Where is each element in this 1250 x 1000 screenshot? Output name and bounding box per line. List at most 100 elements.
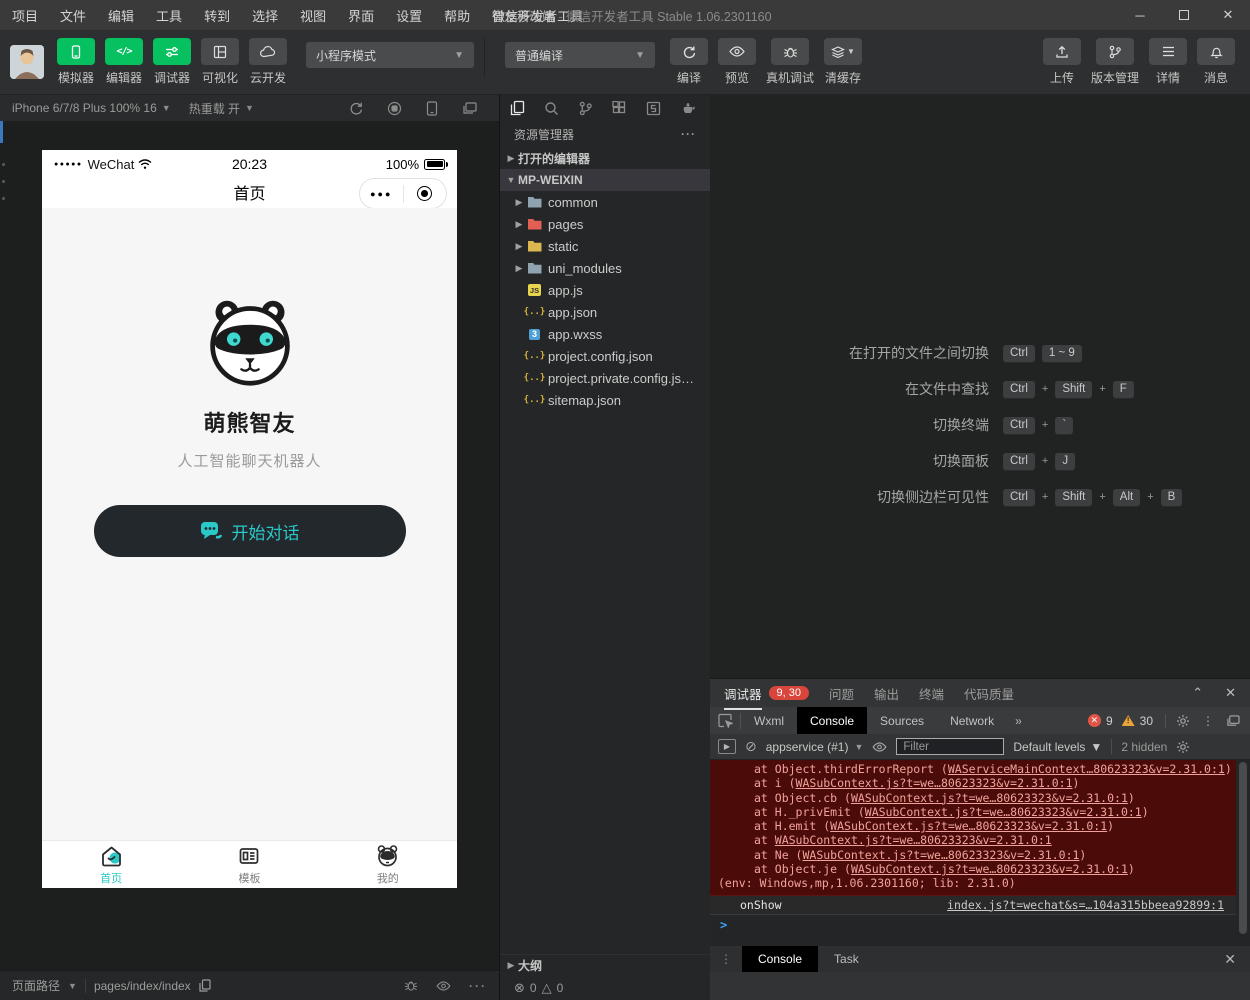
file-tree-item[interactable]: app.js — [500, 279, 710, 301]
drag-handle-icon[interactable]: ⋮ — [710, 952, 742, 966]
page-path-dropdown[interactable]: 页面路径 — [12, 977, 60, 994]
menu-item[interactable]: 界面 — [348, 6, 374, 25]
tab-console[interactable]: Console — [797, 707, 867, 734]
log-source-link[interactable]: index.js?t=wechat&s=…104a315bbeea92899:1 — [947, 898, 1224, 912]
open-editors-section[interactable]: ▶ 打开的编辑器 — [500, 147, 710, 169]
source-control-icon[interactable] — [578, 101, 593, 116]
source-link[interactable]: WASubContext.js?t=we…80623323&v=2.31.0:1 — [796, 776, 1073, 790]
extensions-icon[interactable] — [612, 101, 627, 116]
message-button[interactable]: 消息 — [1192, 38, 1240, 86]
menu-item[interactable]: 项目 — [12, 6, 38, 25]
more-icon[interactable]: ··· — [469, 979, 487, 993]
source-link[interactable]: WASubContext.js?t=we…80623323&v=2.31.0:1 — [851, 862, 1128, 876]
tab-mine[interactable]: 我的 — [319, 841, 457, 888]
log-levels-dropdown[interactable]: Default levels ▼ — [1013, 740, 1102, 754]
tab-sources[interactable]: Sources — [867, 707, 937, 734]
teapot-icon[interactable] — [680, 102, 696, 115]
debugger-button[interactable]: 调试器 — [148, 38, 196, 86]
bottom-tab-task[interactable]: Task — [818, 946, 875, 973]
file-tree-item[interactable]: ▶ common — [500, 191, 710, 213]
bug-icon[interactable] — [404, 979, 418, 992]
file-tree-item[interactable]: ▶ uni_modules — [500, 257, 710, 279]
exit-button[interactable] — [404, 186, 447, 201]
tab-home[interactable]: 首页 — [42, 841, 180, 888]
search-icon[interactable] — [544, 101, 559, 116]
file-tree-item[interactable]: sitemap.json — [500, 389, 710, 411]
filter-input[interactable] — [896, 738, 1004, 755]
dock-handle[interactable] — [2, 163, 5, 200]
preview-button[interactable]: 预览 — [713, 38, 761, 86]
project-root-folder[interactable]: ▼ MP-WEIXIN — [500, 169, 710, 191]
undock-icon[interactable] — [1226, 715, 1240, 727]
top-frame-icon[interactable]: ▶ — [718, 739, 736, 754]
menu-item[interactable]: 编辑 — [108, 6, 134, 25]
clear-console-icon[interactable]: ⊘ — [745, 738, 757, 755]
more-actions-icon[interactable]: ··· — [681, 127, 696, 141]
kebab-menu-icon[interactable]: ⋮ — [1202, 714, 1214, 728]
file-tree-item[interactable]: ▶ static — [500, 235, 710, 257]
menu-item[interactable]: 转到 — [204, 6, 230, 25]
menu-item[interactable]: 文件 — [60, 6, 86, 25]
close-icon[interactable]: ✕ — [1225, 685, 1236, 701]
user-avatar[interactable] — [10, 45, 44, 79]
mode-dropdown[interactable]: 小程序模式 ▼ — [306, 42, 474, 68]
source-link[interactable]: WASubContext.js?t=we…80623323&v=2.31.0:1 — [802, 848, 1079, 862]
menu-item[interactable]: 工具 — [156, 6, 182, 25]
simulator-button[interactable]: 模拟器 — [52, 38, 100, 86]
menu-item[interactable]: 视图 — [300, 6, 326, 25]
editor-button[interactable]: </> 编辑器 — [100, 38, 148, 86]
tab-debugger[interactable]: 调试器 9, 30 — [724, 684, 809, 703]
copy-icon[interactable] — [199, 979, 211, 992]
source-link[interactable]: WAServiceMainContext…80623323&v=2.31.0:1 — [948, 762, 1225, 776]
files-icon[interactable] — [510, 100, 525, 116]
tab-quality[interactable]: 代码质量 — [964, 684, 1014, 703]
menu-item[interactable]: 设置 — [396, 6, 422, 25]
compile-mode-dropdown[interactable]: 普通编译 ▼ — [505, 42, 655, 68]
multi-window-icon[interactable] — [462, 102, 477, 115]
maximize-button[interactable] — [1162, 0, 1206, 30]
console-settings-gear-icon[interactable] — [1176, 740, 1190, 754]
menu-item[interactable]: 选择 — [252, 6, 278, 25]
start-chat-button[interactable]: 开始对话 — [94, 505, 406, 557]
cloud-dev-button[interactable]: 云开发 — [244, 38, 292, 86]
tab-wxml[interactable]: Wxml — [741, 707, 797, 734]
console-prompt[interactable]: > — [710, 915, 1250, 935]
eye-icon[interactable] — [436, 981, 451, 991]
version-button[interactable]: 版本管理 — [1086, 38, 1144, 86]
close-icon[interactable]: ✕ — [1224, 951, 1250, 968]
menu-item[interactable]: 帮助 — [444, 6, 470, 25]
widget-icon[interactable] — [646, 101, 661, 116]
compile-button[interactable]: 编译 — [665, 38, 713, 86]
visualize-button[interactable]: 可视化 — [196, 38, 244, 86]
tab-problems[interactable]: 问题 — [829, 684, 854, 703]
more-menu-button[interactable]: ●●● — [360, 189, 403, 199]
outline-section[interactable]: ▶ 大纲 — [500, 954, 710, 976]
collapse-icon[interactable]: ⌃ — [1192, 685, 1203, 701]
file-tree-item[interactable]: app.wxss — [500, 323, 710, 345]
device-selector[interactable]: iPhone 6/7/8 Plus 100% 16 — [12, 101, 157, 115]
file-tree-item[interactable]: ▶ pages — [500, 213, 710, 235]
more-tabs-icon[interactable]: » — [1007, 714, 1030, 728]
close-button[interactable]: ✕ — [1206, 0, 1250, 30]
tab-output[interactable]: 输出 — [874, 684, 899, 703]
device-frame-icon[interactable] — [426, 101, 438, 116]
clear-cache-button[interactable]: ▼ 清缓存 — [819, 38, 867, 86]
source-link[interactable]: WASubContext.js?t=we…80623323&v=2.31.0:1 — [865, 805, 1142, 819]
details-button[interactable]: 详情 — [1144, 38, 1192, 86]
file-tree-item[interactable]: app.json — [500, 301, 710, 323]
context-selector[interactable]: appservice (#1) ▼ — [766, 740, 864, 754]
hot-reload-toggle[interactable]: 热重载 开 — [189, 100, 240, 117]
bottom-tab-console[interactable]: Console — [742, 946, 818, 973]
tab-network[interactable]: Network — [937, 707, 1007, 734]
source-link[interactable]: WASubContext.js?t=we…80623323&v=2.31.0:1 — [775, 833, 1052, 847]
file-tree-item[interactable]: project.private.config.js… — [500, 367, 710, 389]
minimize-button[interactable]: ─ — [1118, 0, 1162, 30]
eye-icon[interactable] — [872, 742, 887, 752]
restart-icon[interactable] — [349, 101, 363, 115]
tab-template[interactable]: 模板 — [180, 841, 318, 888]
file-tree-item[interactable]: project.config.json — [500, 345, 710, 367]
console-scrollbar[interactable] — [1239, 762, 1247, 934]
source-link[interactable]: WASubContext.js?t=we…80623323&v=2.31.0:1 — [851, 791, 1128, 805]
inspect-icon[interactable] — [710, 713, 740, 728]
stop-record-icon[interactable] — [387, 101, 402, 116]
